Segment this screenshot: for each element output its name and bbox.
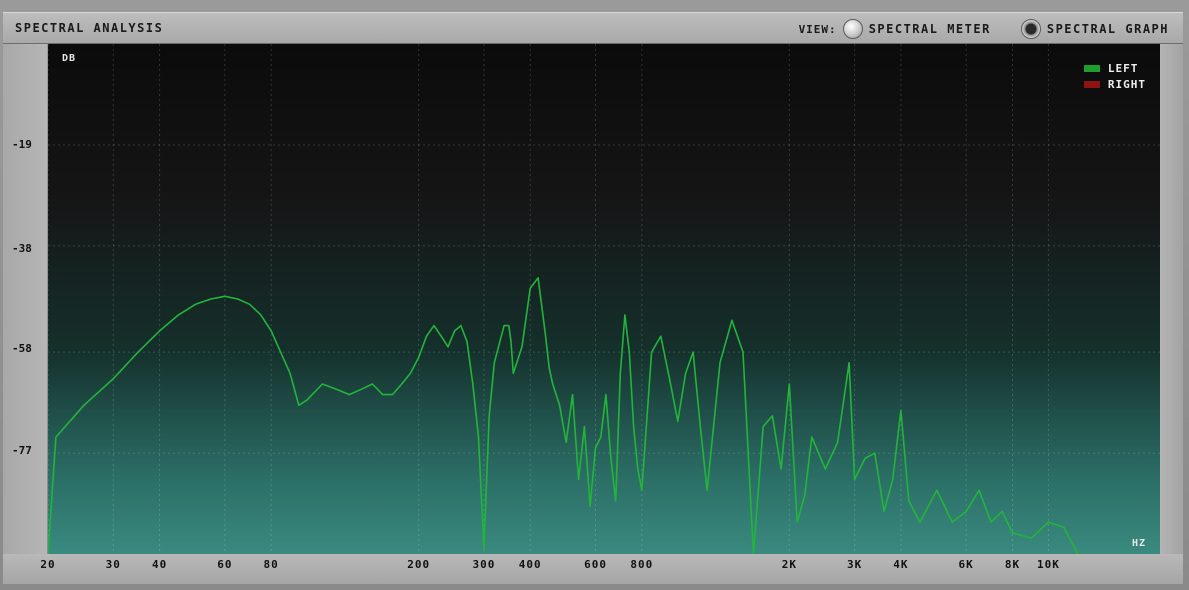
view-selector: VIEW: SPECTRAL METER SPECTRAL GRAPH [799,16,1173,42]
y-axis-panel [3,44,47,554]
legend: LEFT RIGHT [1083,60,1146,92]
legend-item-right: RIGHT [1083,76,1146,92]
window-title: SPECTRAL ANALYSIS [15,21,164,35]
view-label: VIEW: [798,22,837,36]
y-tick-label: -77 [12,444,32,457]
y-tick-label: -58 [12,342,32,355]
spectrum-plot: DB HZ LEFT RIGHT [48,44,1160,554]
spectral-meter-radio[interactable] [842,19,863,39]
series-line-left [48,277,1079,554]
legend-swatch-left [1083,64,1100,72]
spectral-analysis-window: SPECTRAL ANALYSIS VIEW: SPECTRAL METER S… [0,0,1189,590]
spectral-meter-label[interactable]: SPECTRAL METER [869,22,991,36]
legend-label-right: RIGHT [1107,77,1146,91]
x-tick-label: 10K [1036,558,1060,571]
x-tick-label: 600 [584,558,607,571]
x-tick-label: 400 [518,558,542,571]
x-tick-label: 80 [263,558,279,571]
x-tick-label: 60 [217,558,233,571]
spectral-graph-radio[interactable] [1020,19,1041,39]
spectrum-chart [48,44,1160,554]
x-tick-label: 200 [407,558,431,571]
y-tick-label: -19 [12,138,32,151]
x-tick-label: 3K [846,558,863,571]
x-tick-label: 20 [40,558,56,571]
right-border-panel [1160,44,1183,554]
x-tick-label: 6K [958,558,974,571]
legend-item-left: LEFT [1083,60,1146,76]
y-tick-label: -38 [12,242,32,255]
legend-label-left: LEFT [1107,61,1139,75]
x-tick-label: 2K [781,558,797,571]
legend-swatch-right [1083,80,1100,88]
title-bar: SPECTRAL ANALYSIS VIEW: SPECTRAL METER S… [3,12,1183,44]
x-tick-label: 40 [151,558,168,571]
x-tick-label: 30 [105,558,121,571]
x-tick-label: 800 [630,558,654,571]
x-tick-label: 8K [1004,558,1021,571]
y-unit-label: DB [62,53,77,64]
x-unit-label: HZ [1131,538,1146,549]
x-tick-label: 4K [893,558,909,571]
x-tick-label: 300 [472,558,496,571]
spectral-graph-label[interactable]: SPECTRAL GRAPH [1047,22,1169,36]
